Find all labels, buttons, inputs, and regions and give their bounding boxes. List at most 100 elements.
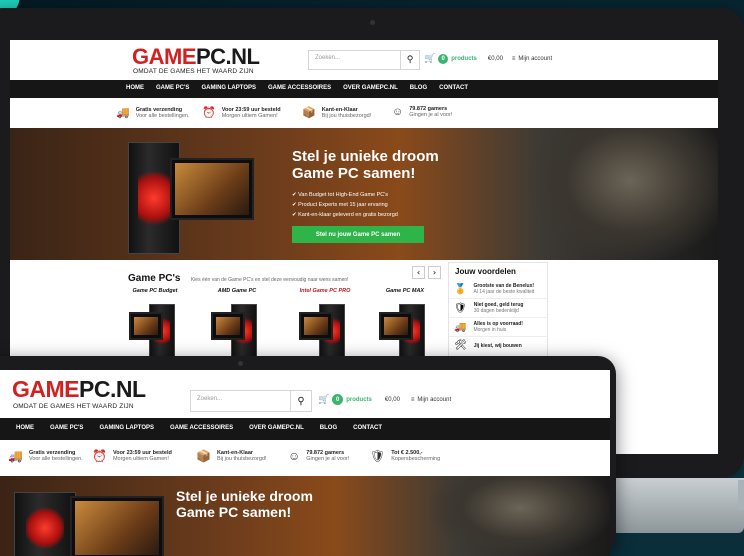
usp-bar: 🚚 Gratis verzending Voor alle bestellinge… [10, 98, 718, 128]
nav-over[interactable]: OVER GAMEPC.NL [343, 85, 398, 91]
nav-home[interactable]: HOME [126, 85, 144, 91]
usp-gamers: ☺ 79.872 gamers Gingen je al voor! [288, 449, 350, 463]
cart-total: €0,00 [384, 396, 400, 403]
benefit-item: 🛡 Niet goed, geld terug 30 dagen bedenkti… [449, 299, 547, 318]
nav-contact[interactable]: CONTACT [353, 425, 382, 431]
hero-title: Stel je unieke droom Game PC samen! [176, 488, 313, 521]
site-tagline: OMDAT DE GAMES HET WAARD ZIJN [13, 403, 134, 410]
box-icon: 📦 [302, 107, 316, 119]
hero-pc-image [14, 492, 76, 556]
webcam [370, 20, 375, 25]
cart-count-badge: 0 [332, 394, 344, 405]
cart-icon: 🛒 [424, 53, 436, 63]
search-input[interactable]: Zoeken... [197, 396, 222, 402]
cart-summary[interactable]: 🛒 0 products €0,00 ≡ Mijn account [318, 394, 451, 405]
usp-gamers: ☺ 79.872 gamers Gingen je al voor! [392, 106, 453, 118]
cart-total: €0,00 [487, 55, 503, 62]
hero-banner: Stel je unieke droom Game PC samen! [0, 476, 610, 556]
product-image[interactable] [299, 300, 351, 358]
nav-gaming-laptops[interactable]: GAMING LAPTOPS [201, 85, 256, 91]
cart-summary[interactable]: 🛒 0 products €0,00 ≡ Mijn account [424, 53, 552, 64]
product-name[interactable]: Game PC Budget [122, 288, 188, 294]
search-box[interactable]: Zoeken... ⚲ [308, 50, 420, 70]
menu-icon: ≡ [410, 396, 415, 403]
hero-banner: Stel je unieke droom Game PC samen! ✔ Van… [10, 128, 718, 260]
nav-contact[interactable]: CONTACT [439, 85, 468, 91]
hero-monitor-image [70, 496, 164, 556]
webcam [238, 361, 243, 366]
usp-protection: 🛡 Tot € 2.500,- Kopersbescherming [370, 449, 441, 463]
hero-usp-list: ✔ Van Budget tot High-End Game PC's ✔ Pr… [292, 190, 398, 220]
hero-soldier-image [530, 128, 718, 260]
smiley-icon: ☺ [288, 449, 301, 463]
alarm-clock-icon: ⏰ [202, 107, 216, 119]
logo-pcnl: PC.NL [79, 376, 146, 402]
usp-shipping: 🚚 Gratis verzending Voor alle bestellinge… [116, 106, 190, 120]
product-name[interactable]: Intel Game PC PRO [290, 288, 360, 294]
alarm-clock-icon: ⏰ [92, 449, 107, 463]
benefits-title: Jouw voordelen [449, 263, 547, 280]
usp-delivery: ⏰ Voor 23:59 uur besteld Morgen ultiem Ga… [92, 449, 172, 463]
account-link[interactable]: Mijn account [417, 397, 451, 403]
nav-game-accessoires[interactable]: GAME ACCESSOIRES [170, 425, 233, 431]
nav-blog[interactable]: BLOG [410, 85, 427, 91]
shield-icon: 🛡 [370, 449, 386, 463]
carousel-next-button[interactable]: › [428, 266, 441, 279]
search-box[interactable]: Zoeken... ⚲ [190, 390, 312, 412]
search-icon[interactable]: ⚲ [400, 51, 419, 69]
site-logo[interactable]: GAMEPC.NL [12, 376, 146, 403]
account-link[interactable]: Mijn account [518, 56, 552, 62]
benefit-item: 🚚 Alles is op voorraad! Morgen in huis [449, 318, 547, 337]
product-card[interactable]: Game PC Budget [122, 288, 188, 358]
nav-game-pcs[interactable]: GAME PC'S [156, 85, 189, 91]
logo-game: GAME [132, 44, 197, 69]
nav-game-pcs[interactable]: GAME PC'S [50, 425, 83, 431]
product-name[interactable]: Game PC MAX [372, 288, 438, 294]
cart-label: products [451, 55, 477, 62]
products-section-header: Game PC's Kies één van de Game PC's en s… [128, 268, 349, 286]
product-card[interactable]: Intel Game PC PRO MEEST GEKOZEN [290, 288, 360, 367]
site-header: GAMEPC.NL OMDAT DE GAMES HET WAARD ZIJN … [10, 40, 718, 80]
nav-over[interactable]: OVER GAMEPC.NL [249, 425, 304, 431]
search-input[interactable]: Zoeken... [315, 55, 340, 61]
search-icon[interactable]: ⚲ [290, 391, 311, 411]
nav-blog[interactable]: BLOG [320, 425, 337, 431]
hero-soldier-image [430, 476, 610, 556]
site-header: GAMEPC.NL OMDAT DE GAMES HET WAARD ZIJN … [0, 370, 610, 418]
product-image[interactable] [379, 300, 431, 358]
logo-pcnl: PC.NL [196, 44, 260, 69]
carousel-arrows: ‹ › [412, 266, 441, 279]
benefit-item: 🏅 Grootste van de Benelux! Al 14 jaar de … [449, 280, 547, 299]
configure-pc-button[interactable]: Stel nu jouw Game PC samen [292, 226, 424, 243]
usp-bar: 🚚 Gratis verzending Voor alle bestellinge… [0, 440, 610, 476]
product-card[interactable]: Game PC MAX [372, 288, 438, 358]
hero-title: Stel je unieke droom Game PC samen! [292, 148, 439, 183]
nav-gaming-laptops[interactable]: GAMING LAPTOPS [99, 425, 154, 431]
cart-icon: 🛒 [318, 394, 330, 404]
site-tagline: OMDAT DE GAMES HET WAARD ZIJN [133, 68, 254, 75]
laptop-hinge [738, 480, 744, 510]
hero-monitor-image [170, 158, 254, 220]
product-image[interactable] [211, 300, 263, 358]
product-image[interactable] [129, 300, 181, 358]
main-nav: HOME GAME PC'S GAMING LAPTOPS GAME ACCES… [0, 418, 610, 440]
menu-icon: ≡ [511, 55, 516, 62]
section-title: Game PC's [128, 273, 181, 284]
box-icon: 📦 [196, 449, 211, 463]
tablet-screen: GAMEPC.NL OMDAT DE GAMES HET WAARD ZIJN … [0, 370, 610, 556]
product-card[interactable]: AMD Game PC [204, 288, 270, 358]
laptop-base [608, 478, 744, 533]
nav-home[interactable]: HOME [16, 425, 34, 431]
truck-icon: 🚚 [116, 107, 130, 119]
hero-usp-item: ✔ Product Experts met 15 jaar ervaring [292, 202, 388, 208]
site-logo[interactable]: GAMEPC.NL [132, 44, 260, 70]
hero-usp-item: ✔ Van Budget tot High-End Game PC's [292, 192, 389, 198]
tools-icon: 🛠 [454, 340, 467, 351]
nav-game-accessoires[interactable]: GAME ACCESSOIRES [268, 85, 331, 91]
award-icon: 🏅 [454, 283, 467, 295]
shield-icon: 🛡 [454, 302, 467, 314]
carousel-prev-button[interactable]: ‹ [412, 266, 425, 279]
product-name[interactable]: AMD Game PC [204, 288, 270, 294]
usp-delivery: ⏰ Voor 23:59 uur besteld Morgen ultiem Ga… [202, 106, 281, 120]
benefit-item: 🛠 Jij kiest, wij bouwen [454, 340, 522, 351]
